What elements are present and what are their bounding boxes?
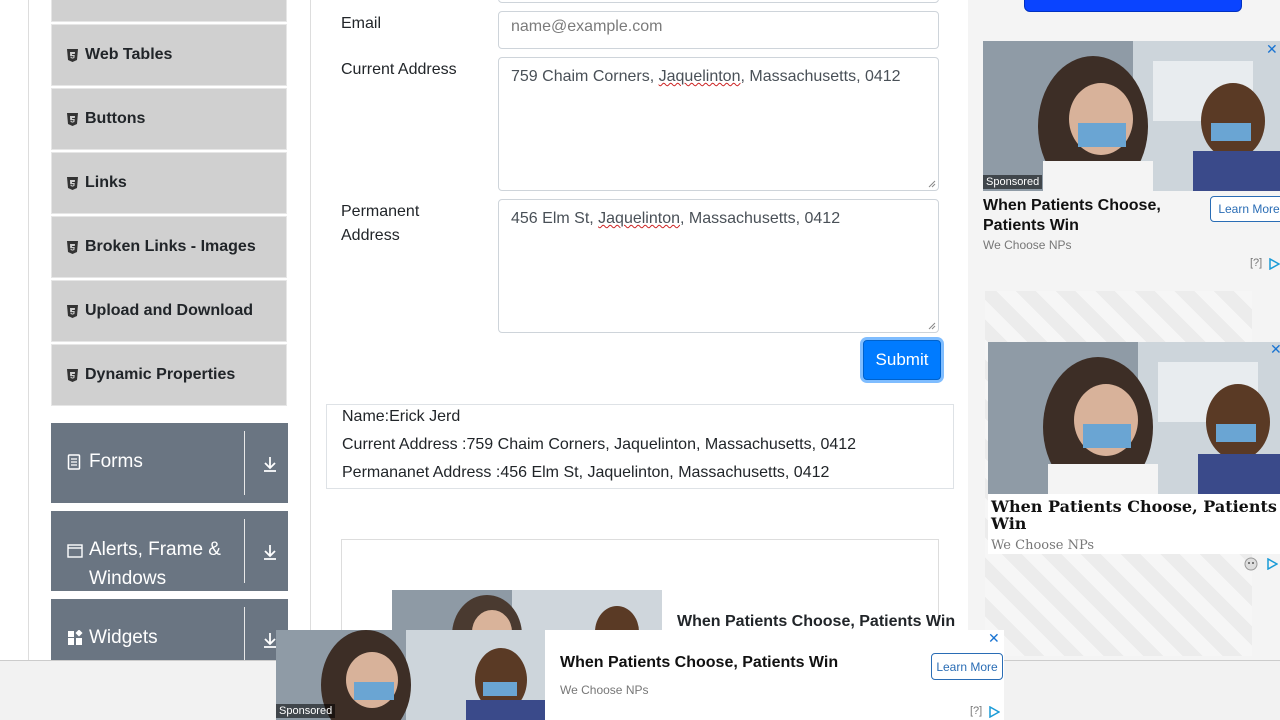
submit-button[interactable]: Submit (863, 340, 941, 380)
permanent-address-label-line2: Address (341, 227, 400, 244)
html5-icon (66, 48, 78, 62)
sponsored-label: Sponsored (276, 704, 336, 718)
sidebar: Web Tables Buttons Links Broken Links - … (28, 0, 311, 660)
sidebar-item-previous[interactable] (51, 0, 287, 22)
adchoices-icon[interactable] (1268, 258, 1280, 270)
divider (244, 519, 245, 583)
sidebar-item-label: Web Tables (85, 46, 173, 63)
download-icon[interactable] (261, 455, 279, 473)
permanent-address-label: Permanent (341, 203, 420, 220)
permanent-address-text-rest: , Massachusetts, 0412 (680, 210, 841, 227)
group-label-line2: Windows (89, 568, 167, 589)
current-address-text: 759 Chaim Corners, (511, 68, 659, 85)
browser-window-icon (67, 542, 85, 560)
ad-title-line2[interactable]: Win (991, 515, 1026, 533)
sidebar-item-web-tables[interactable]: Web Tables (51, 24, 287, 86)
close-icon[interactable]: ✕ (1266, 41, 1278, 58)
permanent-address-field[interactable]: 456 Elm St, Jaquelinton, Massachusetts, … (498, 199, 939, 333)
ad-image[interactable] (988, 342, 1280, 494)
resize-handle[interactable] (928, 322, 936, 330)
sidebar-item-buttons[interactable]: Buttons (51, 88, 287, 150)
sidebar-item-broken-links[interactable]: Broken Links - Images (51, 216, 287, 278)
text-box-form: Email name@example.com Current Address 7… (312, 0, 968, 675)
html5-icon (66, 112, 78, 126)
close-icon[interactable]: ✕ (988, 630, 1000, 647)
sidebar-item-label: Links (85, 174, 127, 191)
download-icon[interactable] (261, 543, 279, 561)
ad-title-line2[interactable]: Patients Win (983, 216, 1079, 236)
ad-title[interactable]: When Patients Choose, Patients Win (677, 613, 955, 631)
ad-help-link[interactable]: [?] (1250, 257, 1262, 269)
group-forms[interactable]: Forms (51, 423, 288, 503)
ad-title-line1[interactable]: When Patients Choose, Patients (991, 498, 1277, 516)
output-box: Name:Erick Jerd Current Address :759 Cha… (326, 404, 954, 489)
email-placeholder: name@example.com (511, 18, 663, 35)
current-address-field[interactable]: 759 Chaim Corners, Jaquelinton, Massachu… (498, 57, 939, 191)
ad-title-line1[interactable]: When Patients Choose, (983, 196, 1161, 216)
group-label: Widgets (89, 627, 158, 648)
sidebar-item-label: Dynamic Properties (85, 366, 236, 383)
sticky-bottom-ad[interactable]: Sponsored When Patients Choose, Patients… (276, 630, 1004, 720)
sidebar-item-label: Upload and Download (85, 302, 253, 319)
divider (244, 607, 245, 660)
learn-more-button[interactable]: Learn More (1210, 196, 1280, 222)
spellcheck-word: Jaquelinton (658, 68, 741, 85)
ad-help-link[interactable]: [?] (970, 705, 982, 717)
html5-icon (66, 368, 78, 382)
html5-icon (66, 176, 78, 190)
learn-more-button[interactable]: Learn More (931, 653, 1003, 680)
document-icon (67, 454, 85, 472)
sidebar-item-upload-download[interactable]: Upload and Download (51, 280, 287, 342)
right-ad-column: Sponsored ✕ When Patients Choose, Patien… (968, 0, 1280, 660)
feedback-icon[interactable] (1244, 557, 1258, 571)
ad-image[interactable] (983, 41, 1280, 191)
widgets-icon (67, 629, 85, 648)
group-label: Forms (89, 451, 143, 472)
ad-sponsor: We Choose NPs (983, 238, 1072, 252)
resize-handle[interactable] (928, 180, 936, 188)
sidebar-item-label: Broken Links - Images (85, 238, 256, 255)
spellcheck-word: Jaquelinton (598, 210, 680, 227)
group-alerts-frame-windows[interactable]: Alerts, Frame & Windows (51, 511, 288, 591)
sidebar-item-dynamic-properties[interactable]: Dynamic Properties (51, 344, 287, 406)
output-permanent-address: Permananet Address :456 Elm St, Jaquelin… (342, 464, 830, 481)
output-name: Name:Erick Jerd (342, 408, 461, 425)
divider (244, 431, 245, 495)
sponsored-label: Sponsored (983, 175, 1043, 189)
sidebar-item-links[interactable]: Links (51, 152, 287, 214)
permanent-address-text: 456 Elm St, (511, 210, 599, 227)
group-label: Alerts, Frame & (89, 539, 221, 560)
full-name-field[interactable] (498, 0, 939, 3)
ad-sponsor: We Choose NPs (560, 683, 649, 697)
email-label: Email (341, 15, 382, 32)
current-address-label: Current Address (341, 61, 457, 78)
ad-title[interactable]: When Patients Choose, Patients Win (560, 654, 838, 672)
group-widgets[interactable]: Widgets (51, 599, 288, 660)
ad-cta-button[interactable] (1024, 0, 1242, 12)
email-field[interactable]: name@example.com (498, 11, 939, 49)
html5-icon (66, 240, 78, 254)
ad-sponsor: We Choose NPs (991, 538, 1095, 553)
sidebar-item-label: Buttons (85, 110, 146, 127)
adchoices-icon[interactable] (1266, 558, 1278, 570)
adchoices-icon[interactable] (988, 706, 1000, 718)
output-current-address: Current Address :759 Chaim Corners, Jaqu… (342, 436, 857, 453)
current-address-text-rest: , Massachusetts, 0412 (740, 68, 901, 85)
html5-icon (66, 304, 78, 318)
close-icon[interactable]: ✕ (1270, 341, 1280, 358)
